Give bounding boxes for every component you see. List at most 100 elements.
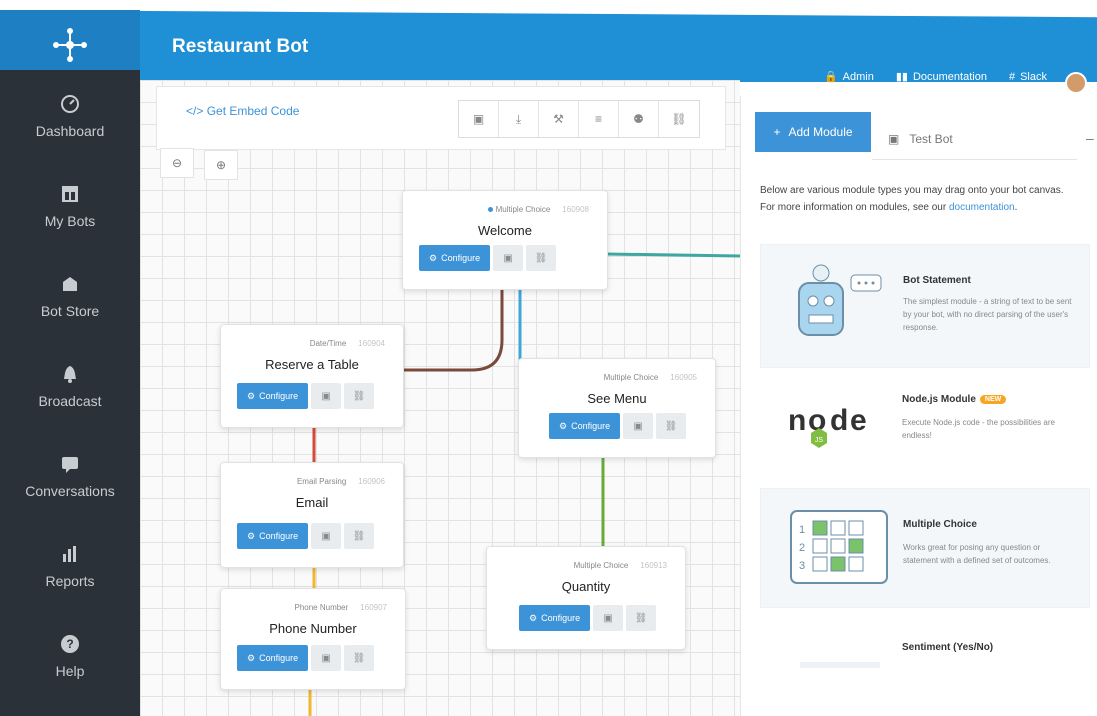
sidebar-item-broadcast[interactable]: Broadcast [0,346,140,426]
module-desc: Works great for posing any question or s… [903,543,1051,565]
link-button[interactable]: ⛓ [344,383,375,409]
sentiment-preview [800,662,880,668]
zoom-in-icon[interactable]: ⊕ [204,150,238,180]
gear-icon: ⚙ [529,612,538,623]
node-welcome[interactable]: Multiple Choice 160908 Welcome ⚙ Configur… [402,190,608,290]
node-title: Welcome [478,223,532,238]
module-title: Sentiment (Yes/No) [902,642,994,653]
panel-description: Below are various module types you may d… [760,182,1080,216]
node-type: Multiple Choice [603,373,659,382]
link-button[interactable]: ⛓ [656,413,687,439]
node-id: 160905 [670,373,697,382]
documentation-link[interactable]: ▮▮ Documentation [896,70,987,84]
sidebar-item-dashboard[interactable]: Dashboard [0,76,140,156]
documentation-link[interactable]: documentation [949,202,1015,213]
new-badge: NEW [979,394,1007,404]
link-button[interactable]: ⛓ [626,605,657,631]
description-line: Below are various module types you may d… [760,185,1064,196]
message-button[interactable]: ▣ [311,645,342,671]
node-meta: Multiple Choice 160905 [604,373,697,382]
module-title: Bot Statement [903,275,971,286]
sidebar-item-bot-store[interactable]: Bot Store [0,256,140,336]
message-button[interactable]: ▣ [311,383,342,409]
slack-label: Slack [1020,70,1047,83]
dashboard-icon [59,93,81,115]
app-title: Restaurant Bot [172,36,309,57]
node-id: 160907 [360,603,387,612]
svg-text:2: 2 [799,542,805,554]
link-button[interactable]: ⛓ [526,245,557,271]
link-icon[interactable]: ⛓ [659,101,699,137]
module-nodejs[interactable]: n o d e JS Node.js Module NEW Execute Nod… [760,370,1090,480]
configure-button[interactable]: ⚙ Configure [549,413,621,439]
tab-test-bot[interactable]: ▣ Test Bot [872,118,1077,160]
store-icon [59,273,81,295]
link-button[interactable]: ⛓ [344,645,375,671]
chat-icon[interactable]: ▣ [459,101,499,137]
avatar[interactable] [1065,72,1087,94]
slack-icon: # [1008,70,1016,83]
configure-button[interactable]: ⚙ Configure [419,245,491,271]
sidebar-item-label: Conversations [25,483,115,499]
configure-button[interactable]: ⚙ Configure [237,383,309,409]
sidebar-item-label: My Bots [44,213,96,229]
zoom-out-icon[interactable]: ⊖ [160,148,194,178]
admin-link[interactable]: 🔒 Admin [824,70,874,84]
code-icon: </> [186,104,204,118]
module-title: Node.js Module NEW [902,394,1007,405]
nodejs-logo-icon: n o d e JS [788,404,867,448]
node-see-menu[interactable]: Multiple Choice 160905 See Menu ⚙ Configu… [518,358,716,458]
node-email[interactable]: Email Parsing 160906 Email ⚙ Configure ▣ … [220,462,404,568]
gear-icon: ⚙ [559,420,568,431]
chat-icon: ▣ [888,131,900,146]
svg-text:JS: JS [815,437,824,444]
sidebar: Dashboard My Bots Bot Store Broadcast Co… [0,70,140,716]
node-title: Quantity [561,579,611,594]
node-quantity[interactable]: Multiple Choice 160913 Quantity ⚙ Configu… [486,546,686,650]
slack-link[interactable]: # Slack [1009,70,1047,83]
node-meta: Phone Number 160907 [294,603,387,612]
node-actions: ⚙ Configure ▣ ⛓ [549,413,687,439]
node-meta: Multiple Choice 160913 [574,561,667,570]
logo-icon [53,28,87,62]
gear-icon: ⚙ [429,252,438,263]
module-sentiment[interactable]: Sentiment (Yes/No) [760,616,1090,716]
node-actions: ⚙ Configure ▣ ⛓ [519,605,657,631]
message-button[interactable]: ▣ [493,245,524,271]
svg-text:d: d [830,404,848,437]
node-meta: Date/Time 160904 [310,339,385,348]
sidebar-item-conversations[interactable]: Conversations [0,436,140,516]
module-multiple-choice[interactable]: 1 2 3 Multiple Choice Works great for po… [760,488,1090,608]
configure-button[interactable]: ⚙ Configure [237,523,309,549]
sidebar-item-reports[interactable]: Reports [0,526,140,606]
download-icon[interactable]: ⤓ [499,101,539,137]
get-embed-code-link[interactable]: </> Get Embed Code [186,104,299,118]
svg-text:?: ? [66,637,73,651]
message-button[interactable]: ▣ [623,413,654,439]
sidebar-item-label: Bot Store [40,303,100,319]
link-button[interactable]: ⛓ [344,523,375,549]
collapse-button[interactable]: – [1086,130,1094,146]
bar-chart-icon [59,543,81,565]
node-actions: ⚙ Configure ▣ ⛓ [237,645,375,671]
node-type: Multiple Choice [573,561,629,570]
canvas-toolbar: ▣ ⤓ ⚒ ≡ ⚉ ⛓ [458,100,700,138]
configure-button[interactable]: ⚙ Configure [237,645,309,671]
sidebar-item-my-bots[interactable]: My Bots [0,166,140,246]
node-reserve-a-table[interactable]: Date/Time 160904 Reserve a Table ⚙ Config… [220,324,404,428]
sidebar-item-help[interactable]: ? Help [0,616,140,696]
module-bot-statement[interactable]: Bot Statement The simplest module - a st… [760,244,1090,368]
users-icon[interactable]: ⚉ [619,101,659,137]
wrench-icon[interactable]: ⚒ [539,101,579,137]
node-phone-number[interactable]: Phone Number 160907 Phone Number ⚙ Config… [220,588,406,690]
node-actions: ⚙ Configure ▣ ⛓ [419,245,557,271]
list-icon[interactable]: ≡ [579,101,619,137]
add-module-button[interactable]: + Add Module [755,112,871,152]
documentation-label: Documentation [912,70,987,83]
bell-icon [59,363,81,385]
configure-button[interactable]: ⚙ Configure [519,605,591,631]
message-button[interactable]: ▣ [311,523,342,549]
message-button[interactable]: ▣ [593,605,624,631]
node-title: Reserve a Table [265,357,359,372]
node-meta: Multiple Choice 160908 [487,205,589,214]
